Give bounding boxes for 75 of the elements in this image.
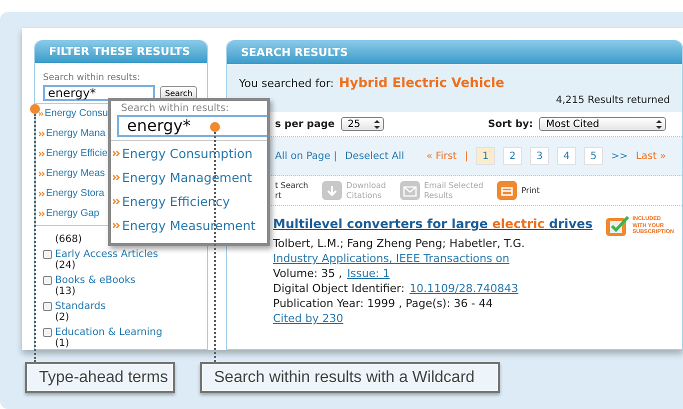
authors-text: Tolbert, L.M.; Fang Zheng Peng; Habetler, T.G. bbox=[273, 237, 526, 250]
chevron-icon bbox=[39, 150, 45, 156]
download-icon bbox=[322, 181, 342, 200]
issue-link[interactable]: Issue: 1 bbox=[347, 267, 390, 280]
doi-link[interactable]: 10.1109/28.740843 bbox=[410, 282, 518, 295]
sort-select[interactable]: Most Cited bbox=[539, 117, 666, 131]
doi-label: Digital Object Identifier: bbox=[273, 282, 405, 295]
search-field[interactable]: energy* bbox=[117, 115, 267, 137]
spinner-arrows-icon bbox=[374, 120, 380, 128]
spinner-arrows-icon bbox=[656, 120, 662, 128]
result-title-link[interactable]: Multilevel converters for large electric drives bbox=[273, 216, 596, 231]
chevron-icon bbox=[113, 222, 120, 229]
last-page-link[interactable]: Last » bbox=[636, 150, 666, 162]
cited-by-link[interactable]: Cited by 230 bbox=[273, 312, 596, 325]
per-page-label: s per page bbox=[275, 118, 335, 130]
searched-for-label: You searched for: bbox=[239, 77, 334, 90]
suggestion-item[interactable]: Energy Mana bbox=[39, 128, 108, 139]
envelope-icon bbox=[400, 181, 420, 200]
chevron-icon bbox=[39, 110, 44, 116]
suggestion-item[interactable]: Energy Gap bbox=[39, 208, 108, 219]
suggestion-item[interactable]: Energy Consumption bbox=[113, 146, 267, 161]
count-text: (1) bbox=[55, 338, 70, 349]
checkbox[interactable] bbox=[43, 328, 52, 337]
chevron-icon bbox=[39, 170, 45, 176]
callout-label: Search within results with a Wildcard bbox=[200, 362, 500, 393]
page-link[interactable]: 5 bbox=[584, 147, 604, 165]
count-text: (2) bbox=[55, 312, 70, 323]
count-text: (24) bbox=[55, 260, 76, 271]
search-query: Hybrid Electric Vehicle bbox=[338, 76, 504, 91]
filter-link[interactable]: Standards bbox=[55, 301, 106, 312]
page-link[interactable]: 3 bbox=[530, 147, 550, 165]
checkbox[interactable] bbox=[43, 250, 52, 259]
next-link[interactable]: >> bbox=[611, 150, 628, 162]
separator: | bbox=[464, 150, 468, 162]
per-page-select[interactable]: 25 bbox=[340, 117, 384, 131]
suggestion-item[interactable]: Energy Stora bbox=[39, 188, 108, 199]
suggestion-item[interactable]: Energy Management bbox=[113, 170, 267, 185]
deselect-all-link[interactable]: Deselect All bbox=[344, 150, 404, 162]
panel-title: SEARCH RESULTS bbox=[227, 40, 682, 64]
filter-link[interactable]: Books & eBooks bbox=[55, 275, 136, 286]
count-text: (668) bbox=[55, 234, 83, 245]
filter-link[interactable]: Education & Learning bbox=[55, 327, 162, 338]
volume-text: Volume: 35 , bbox=[273, 267, 342, 280]
page-link[interactable]: 1 bbox=[476, 147, 496, 165]
chevron-icon bbox=[113, 198, 120, 205]
chevron-icon bbox=[39, 210, 45, 216]
callout-label: Type-ahead terms bbox=[25, 362, 175, 393]
first-page-link[interactable]: « First bbox=[426, 150, 457, 162]
page-link[interactable]: 2 bbox=[503, 147, 522, 165]
checkbox[interactable] bbox=[43, 302, 52, 311]
suggestion-item[interactable]: Energy Measurement bbox=[113, 218, 267, 233]
suggestion-item[interactable]: Energy Efficie bbox=[39, 148, 108, 159]
suggestion-item[interactable]: Energy Efficiency bbox=[113, 194, 267, 209]
field-label: Search within results: bbox=[120, 102, 230, 114]
printer-icon bbox=[497, 181, 518, 200]
suggestion-item[interactable]: Energy Meas bbox=[39, 168, 108, 179]
suggestion-item[interactable]: Energy Consu bbox=[39, 108, 108, 119]
results-count: 4,215 Results returned bbox=[556, 95, 670, 106]
chevron-icon bbox=[113, 150, 120, 157]
chevron-icon bbox=[39, 190, 45, 196]
page-link[interactable]: 4 bbox=[557, 147, 576, 165]
count-text: (13) bbox=[55, 286, 77, 297]
checkbox[interactable] bbox=[43, 276, 52, 285]
checked-document-icon bbox=[606, 216, 630, 236]
panel-title: FILTER THESE RESULTS bbox=[35, 40, 207, 63]
text-button[interactable]: t Search rt bbox=[275, 180, 308, 200]
print-button[interactable]: Print bbox=[497, 181, 540, 200]
publication-year-text: Publication Year: 1999 , Page(s): 36 - 44 bbox=[273, 297, 494, 310]
field-label: Search within results: bbox=[43, 73, 142, 83]
select-all-link[interactable]: All on Page | bbox=[275, 150, 337, 162]
publication-link[interactable]: Industry Applications, IEEE Transactions on bbox=[273, 252, 596, 265]
chevron-icon bbox=[113, 174, 120, 181]
chevron-icon bbox=[39, 130, 45, 136]
sort-label: Sort by: bbox=[488, 118, 533, 130]
filter-link[interactable]: Early Access Articles bbox=[55, 249, 158, 260]
